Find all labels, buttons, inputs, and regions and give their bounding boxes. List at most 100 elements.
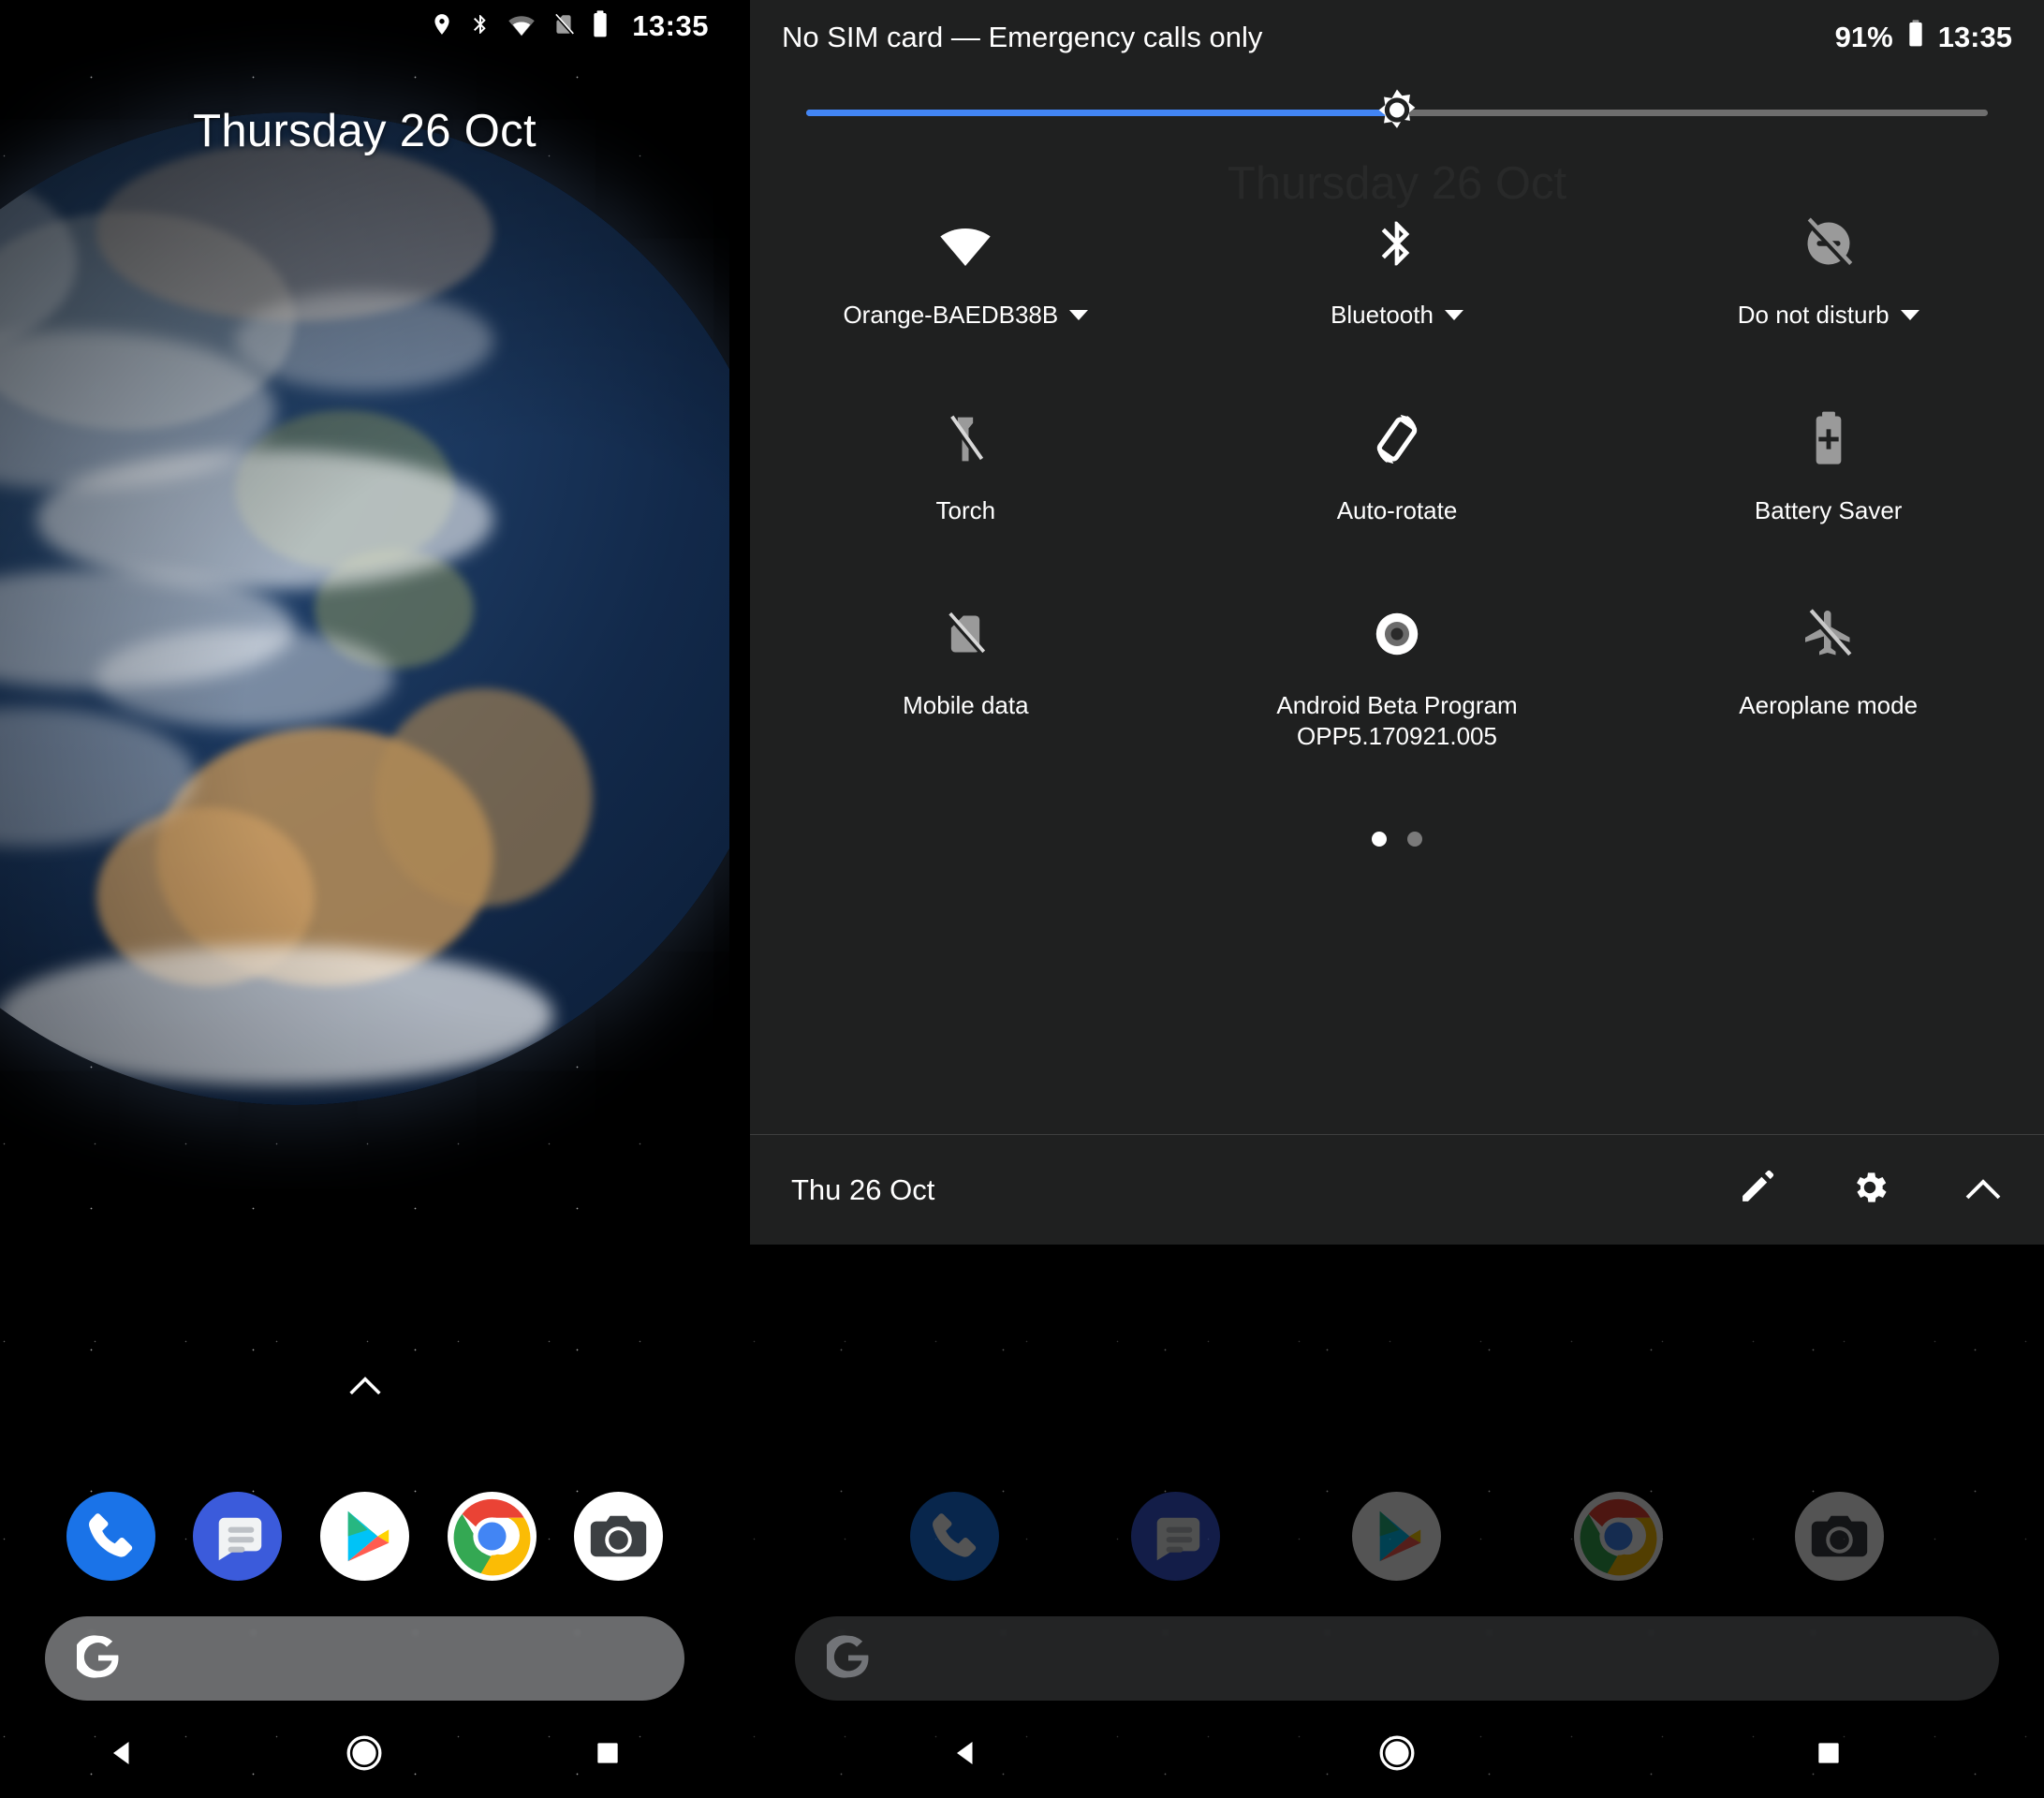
back-button[interactable] <box>51 1708 192 1798</box>
battery-icon <box>1906 19 1925 56</box>
play-store-app-icon[interactable] <box>319 1492 409 1581</box>
edit-tiles-button[interactable] <box>1737 1168 1776 1212</box>
phone-app-icon[interactable] <box>66 1492 155 1581</box>
back-triangle-icon <box>957 1742 973 1764</box>
qs-tile-row: Torch Auto-rotate Battery Saver <box>750 391 2044 526</box>
brightness-icon <box>1378 89 1416 128</box>
brightness-thumb[interactable] <box>1368 81 1426 144</box>
pencil-icon <box>1743 1170 1774 1201</box>
app-drawer-handle[interactable] <box>0 1373 729 1395</box>
brightness-fill <box>806 109 1397 116</box>
dual-screenshot-stage: 13:35 Thursday 26 Oct No SIM card — Emer… <box>0 0 2044 1798</box>
chevron-up-icon <box>348 1377 381 1395</box>
home-screen-panel: 13:35 Thursday 26 Oct <box>0 0 729 1798</box>
battery-percent-label: 91% <box>1834 21 1893 53</box>
qs-clock: 13:35 <box>1937 21 2012 53</box>
qs-tile-label: Aeroplane mode <box>1739 691 1919 719</box>
brightness-slider[interactable] <box>750 75 2044 150</box>
qs-tile-label: Android Beta Program <box>1276 691 1518 719</box>
panel-divider <box>729 0 750 1798</box>
bluetooth-icon <box>469 10 492 43</box>
phone-app-icon[interactable] <box>910 1492 1000 1581</box>
chrome-app-icon[interactable] <box>1573 1492 1663 1581</box>
qs-tile-battery-saver[interactable]: Battery Saver <box>1612 391 2044 526</box>
qs-tile-do-not-disturb[interactable]: Do not disturb <box>1612 195 2044 331</box>
location-pin-icon <box>430 10 454 43</box>
quick-settings-shade: Thursday 26 Oct No SIM card — Emergency … <box>750 0 2044 1245</box>
google-search-bar[interactable] <box>45 1616 684 1701</box>
earth-globe <box>0 112 729 1105</box>
collapse-button[interactable] <box>1963 1174 2003 1205</box>
chrome-app-icon[interactable] <box>447 1492 537 1581</box>
settings-button[interactable] <box>1849 1167 1890 1213</box>
date-widget[interactable]: Thursday 26 Oct <box>0 105 729 157</box>
brightness-track[interactable] <box>806 89 1988 128</box>
gear-icon <box>1857 1172 1887 1202</box>
messages-app-icon[interactable] <box>1131 1492 1221 1581</box>
qs-tile-android-beta-program[interactable]: Android Beta Program OPP5.170921.005 <box>1182 585 1613 751</box>
qs-footer-date: Thu 26 Oct <box>791 1172 935 1206</box>
status-bar: 13:35 <box>0 0 729 52</box>
chevron-down-icon[interactable] <box>1444 309 1463 320</box>
qs-tile-grid: Orange-BAEDB38B Bluetooth Do not disturb… <box>750 150 2044 751</box>
camera-app-icon[interactable] <box>1794 1492 1884 1581</box>
back-button[interactable] <box>895 1708 1036 1798</box>
quick-settings-panel: Thursday 26 Oct No SIM card — Emergency … <box>750 0 2044 1798</box>
recents-button[interactable] <box>537 1708 678 1798</box>
chevron-up-icon <box>1965 1179 2001 1200</box>
home-circle-icon <box>347 1735 382 1771</box>
no-sim-icon <box>551 10 576 43</box>
dock <box>0 1492 729 1581</box>
camera-app-icon[interactable] <box>574 1492 664 1581</box>
status-bar-clock: 13:35 <box>632 9 709 42</box>
qs-page-indicator <box>750 832 2044 847</box>
qs-footer: Thu 26 Oct <box>750 1134 2044 1245</box>
google-search-bar[interactable] <box>795 1616 1999 1701</box>
battery-saver-icon <box>1808 396 1849 482</box>
qs-tile-label: Mobile data <box>903 691 1029 719</box>
android-beta-icon <box>1370 591 1424 677</box>
qs-tile-aeroplane-mode[interactable]: Aeroplane mode <box>1612 585 2044 751</box>
chevron-down-icon[interactable] <box>1900 309 1919 320</box>
qs-status-bar: No SIM card — Emergency calls only 91% 1… <box>750 0 2044 75</box>
qs-tile-label: Orange-BAEDB38B <box>843 301 1059 329</box>
navigation-bar <box>750 1708 2044 1798</box>
play-store-app-icon[interactable] <box>1352 1492 1442 1581</box>
page-dot[interactable] <box>1407 832 1422 847</box>
wifi-icon <box>507 10 537 43</box>
dock <box>750 1492 2044 1581</box>
qs-tile-wifi[interactable]: Orange-BAEDB38B <box>750 195 1182 331</box>
messages-app-icon[interactable] <box>193 1492 283 1581</box>
bluetooth-icon <box>1371 200 1423 287</box>
recents-button[interactable] <box>1758 1708 1899 1798</box>
page-dot-active[interactable] <box>1372 832 1387 847</box>
chevron-down-icon[interactable] <box>1069 309 1089 320</box>
do-not-disturb-icon <box>1801 200 1857 287</box>
qs-tile-torch[interactable]: Torch <box>750 391 1182 526</box>
qs-tile-label: Battery Saver <box>1754 495 1903 524</box>
qs-tile-row: Mobile data Android Beta Program OPP5.17… <box>750 585 2044 751</box>
qs-tile-label: Auto-rotate <box>1336 495 1458 524</box>
torch-off-icon <box>939 396 992 482</box>
qs-tile-row: Orange-BAEDB38B Bluetooth Do not disturb <box>750 195 2044 331</box>
home-circle-icon <box>1379 1735 1415 1771</box>
home-button[interactable] <box>1327 1708 1467 1798</box>
google-g-logo <box>73 1634 120 1683</box>
aeroplane-mode-icon <box>1801 591 1857 677</box>
home-button[interactable] <box>294 1708 434 1798</box>
recents-square-icon <box>1817 1743 1839 1763</box>
auto-rotate-icon <box>1367 396 1427 482</box>
navigation-bar <box>0 1708 729 1798</box>
google-g-logo <box>823 1634 870 1683</box>
qs-tile-label: Bluetooth <box>1331 301 1434 329</box>
qs-tile-label: Torch <box>935 495 996 524</box>
recents-square-icon <box>597 1743 618 1763</box>
mobile-data-off-icon <box>941 591 990 677</box>
wifi-icon <box>935 200 995 287</box>
qs-tile-bluetooth[interactable]: Bluetooth <box>1182 195 1613 331</box>
carrier-label: No SIM card — Emergency calls only <box>782 21 1263 53</box>
qs-tile-label: Do not disturb <box>1737 301 1890 329</box>
back-triangle-icon <box>112 1742 129 1764</box>
qs-tile-auto-rotate[interactable]: Auto-rotate <box>1182 391 1613 526</box>
qs-tile-mobile-data[interactable]: Mobile data <box>750 585 1182 751</box>
